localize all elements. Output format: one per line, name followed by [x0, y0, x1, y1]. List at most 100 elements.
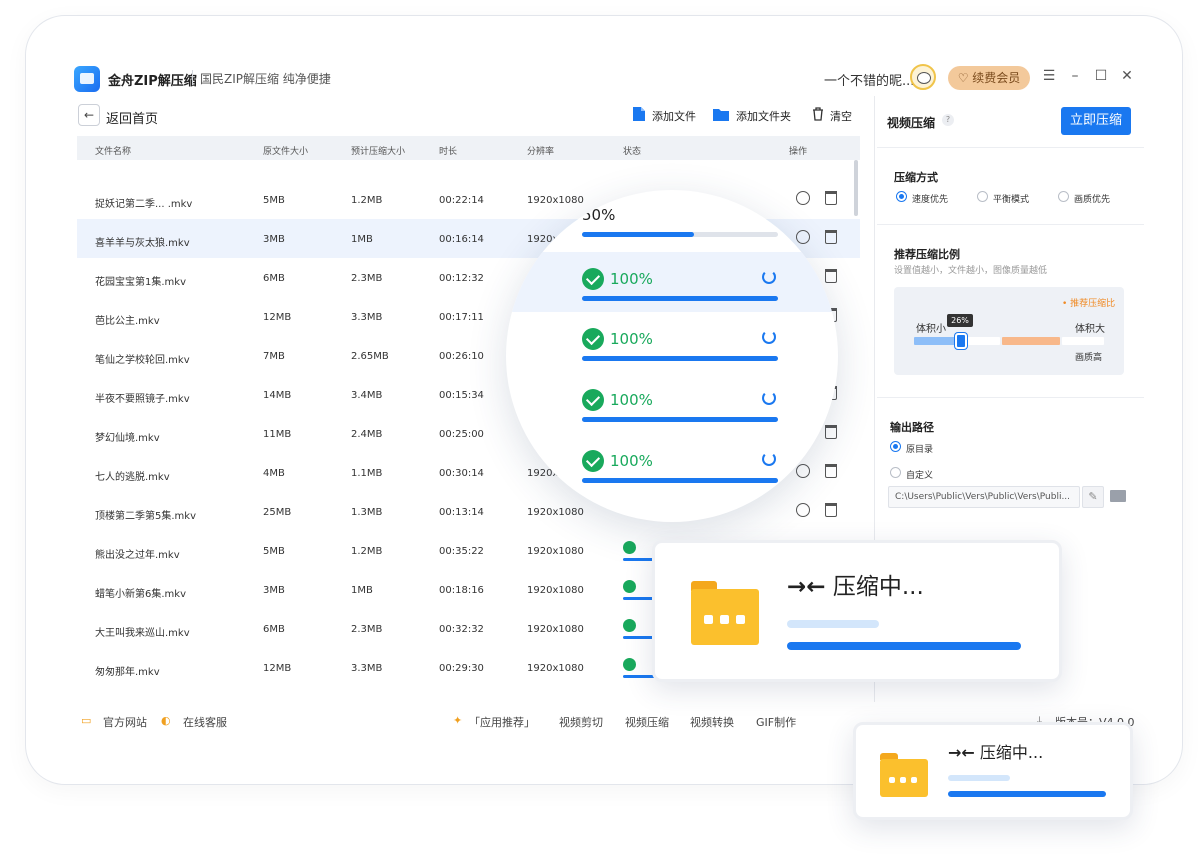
add-folder-icon[interactable] [712, 106, 730, 122]
card-light-bar [787, 620, 879, 628]
folder-dot [911, 777, 917, 783]
headset-icon[interactable]: ◐ [161, 714, 171, 727]
open-folder-icon[interactable] [1110, 490, 1126, 502]
ratio-small-label: 体积小 [916, 324, 946, 335]
compress-status-title: →← 压缩中... [787, 574, 924, 600]
radio-original-dir-label[interactable]: 原目录 [906, 442, 933, 455]
compress-card-large: →← 压缩中... [652, 540, 1062, 682]
user-name[interactable]: 一个不错的昵... [824, 70, 914, 89]
progress-track [582, 232, 778, 237]
ratio-label: 推荐压缩比例 [894, 248, 960, 261]
renew-vip-button[interactable]: ♡ 续费会员 [948, 66, 1030, 90]
clear-button[interactable]: 清空 [830, 108, 852, 124]
back-home-button[interactable]: 返回首页 [106, 108, 158, 127]
radio-balance[interactable] [977, 191, 988, 202]
ratio-track-low[interactable] [914, 337, 958, 345]
panel-divider-line [877, 224, 1144, 225]
radio-custom-dir[interactable] [890, 467, 901, 478]
close-icon[interactable]: ✕ [1118, 67, 1136, 85]
resolution-cell: 1920x1080 [527, 507, 584, 518]
ratio-track-high[interactable] [1062, 337, 1104, 345]
col-filename: 文件名称 [95, 147, 132, 157]
radio-speed-label[interactable]: 速度优先 [912, 192, 948, 205]
filename-cell: 捉妖记第二季... .mkv [95, 199, 193, 210]
radio-speed[interactable] [896, 191, 907, 202]
output-label: 输出路径 [890, 421, 934, 434]
duration-cell: 00:13:14 [439, 507, 484, 518]
add-file-button[interactable]: 添加文件 [652, 108, 696, 124]
radio-balance-label[interactable]: 平衡模式 [993, 192, 1029, 205]
filename-cell: 笔仙之学校轮回.mkv [95, 355, 190, 366]
footer-link-cut[interactable]: 视频剪切 [559, 714, 603, 730]
service-link[interactable]: 在线客服 [183, 714, 227, 730]
duration-cell: 00:35:22 [439, 546, 484, 557]
estimated-size-cell: 2.3MB [351, 273, 383, 284]
duration-cell: 00:16:14 [439, 234, 484, 245]
estimated-size-cell: 1.3MB [351, 507, 383, 518]
progress-label: 50% [582, 206, 616, 224]
filename-cell: 喜羊羊与灰太狼.mkv [95, 238, 190, 249]
radio-quality[interactable] [1058, 191, 1069, 202]
back-arrow-icon[interactable]: ← [78, 104, 100, 126]
table-scrollbar[interactable] [854, 160, 858, 216]
original-size-cell: 5MB [263, 546, 285, 557]
radio-quality-label[interactable]: 画质优先 [1074, 192, 1110, 205]
avatar[interactable] [910, 64, 936, 90]
duration-cell: 00:32:32 [439, 624, 484, 635]
filename-cell: 蜡笔小新第6集.mkv [95, 589, 186, 600]
col-estimated-size: 预计压缩大小 [351, 147, 406, 157]
ratio-big-label: 体积大 [1075, 324, 1105, 335]
ratio-slider-handle[interactable] [955, 333, 967, 349]
refresh-icon[interactable] [762, 391, 776, 405]
menu-icon[interactable]: ☰ [1040, 67, 1058, 85]
minimize-icon[interactable]: – [1066, 67, 1084, 85]
ratio-hint: 设置值越小，文件越小，图像质量越低 [894, 266, 1048, 276]
start-compress-button[interactable]: 立即压缩 [1061, 107, 1131, 135]
resolution-cell: 1920x1080 [527, 585, 584, 596]
add-file-icon[interactable] [632, 106, 646, 122]
progress-fill [582, 296, 778, 301]
ratio-track-recommend[interactable] [1002, 337, 1060, 345]
add-folder-button[interactable]: 添加文件夹 [736, 108, 791, 124]
trash-icon[interactable] [812, 106, 824, 122]
method-label: 压缩方式 [894, 171, 938, 184]
filename-cell: 大王叫我来巡山.mkv [95, 628, 190, 639]
filename-cell: 七人的逃脱.mkv [95, 472, 170, 483]
duration-cell: 00:25:00 [439, 429, 484, 440]
original-size-cell: 12MB [263, 312, 292, 323]
original-size-cell: 12MB [263, 663, 292, 674]
footer-link-gif[interactable]: GIF制作 [756, 714, 796, 730]
estimated-size-cell: 1.2MB [351, 195, 383, 206]
footer-link-compress[interactable]: 视频压缩 [625, 714, 669, 730]
maximize-icon[interactable]: ☐ [1092, 67, 1110, 85]
refresh-icon[interactable] [762, 330, 776, 344]
footer-link-convert[interactable]: 视频转换 [690, 714, 734, 730]
compress-status-title: →← 压缩中... [948, 743, 1044, 762]
delete-icon[interactable] [825, 503, 837, 517]
radio-original-dir[interactable] [890, 441, 901, 452]
website-link[interactable]: 官方网站 [103, 714, 147, 730]
filename-cell: 梦幻仙境.mkv [95, 433, 160, 444]
output-path-input[interactable]: C:\Users\Public\Vers\Public\Vers\Publi..… [888, 486, 1080, 508]
progress-magnifier: 50% 100% 100% 100% 100% [506, 190, 838, 522]
estimated-size-cell: 2.4MB [351, 429, 383, 440]
card-progress-bar [948, 791, 1106, 797]
check-icon [582, 328, 604, 350]
magnifier-row-2: 100% [506, 252, 838, 312]
ratio-track-mid[interactable] [968, 337, 1000, 345]
check-icon [623, 580, 636, 593]
compress-arrows-icon: →← [948, 743, 975, 762]
edit-path-icon[interactable]: ✎ [1082, 486, 1104, 508]
magnifier-row-1: 50% [506, 190, 838, 250]
resolution-cell: 1920x1080 [527, 624, 584, 635]
radio-custom-dir-label[interactable]: 自定义 [906, 468, 933, 481]
refresh-icon[interactable] [762, 270, 776, 284]
compress-card-small: →← 压缩中... [853, 722, 1133, 820]
progress-label: 100% [610, 270, 653, 288]
refresh-icon[interactable] [762, 452, 776, 466]
card-light-bar [948, 775, 1010, 781]
original-size-cell: 4MB [263, 468, 285, 479]
website-icon[interactable]: ▭ [81, 714, 91, 727]
settings-icon[interactable] [796, 503, 810, 517]
help-icon[interactable]: ? [942, 114, 954, 126]
